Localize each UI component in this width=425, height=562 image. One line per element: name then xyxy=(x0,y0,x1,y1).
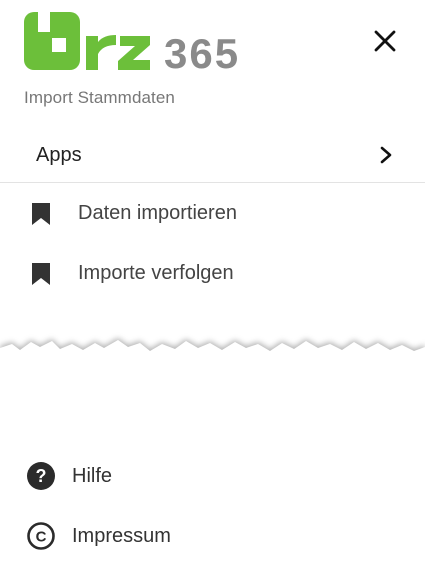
app-header: 365 Import Stammdaten xyxy=(0,0,425,130)
svg-text:365: 365 xyxy=(164,30,240,72)
apps-menu-item[interactable]: Apps xyxy=(0,130,425,183)
nav-item-label: Importe verfolgen xyxy=(78,262,234,284)
nav-item-importe-verfolgen[interactable]: Importe verfolgen xyxy=(0,248,425,300)
copyright-icon: C xyxy=(27,522,55,550)
torn-edge-divider xyxy=(0,338,425,392)
svg-text:C: C xyxy=(36,529,47,546)
help-circle-icon: ? xyxy=(27,462,55,490)
footer-item-hilfe[interactable]: ? Hilfe xyxy=(0,453,425,499)
footer-item-label: Hilfe xyxy=(72,465,113,487)
brz-365-logo: 365 xyxy=(24,10,294,72)
page-subtitle: Import Stammdaten xyxy=(24,88,175,107)
footer-item-label: Impressum xyxy=(72,525,171,547)
nav-item-label: Daten importieren xyxy=(78,202,237,224)
close-button[interactable] xyxy=(366,22,404,60)
chevron-right-icon xyxy=(380,146,392,164)
svg-text:?: ? xyxy=(36,466,47,486)
bookmark-icon xyxy=(32,203,50,225)
footer-item-impressum[interactable]: C Impressum xyxy=(0,513,425,559)
bookmark-icon xyxy=(32,263,50,285)
close-icon xyxy=(374,30,396,52)
nav-item-daten-importieren[interactable]: Daten importieren xyxy=(0,188,425,240)
apps-label: Apps xyxy=(36,144,82,166)
